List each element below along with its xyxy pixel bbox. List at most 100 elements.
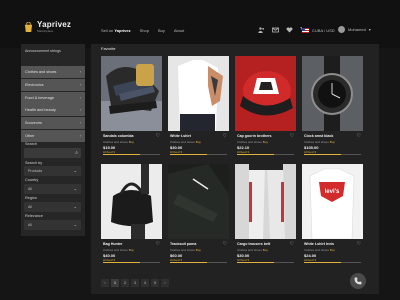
mail-icon[interactable] [272,27,279,33]
user-menu[interactable]: Mohamed ▾ [338,26,371,33]
pagination-page[interactable]: 5 [151,279,159,287]
heart-icon[interactable]: ♡ [357,241,361,247]
pagination-page[interactable]: 2 [121,279,129,287]
shopping-bag-icon [24,22,33,32]
product-image-bag[interactable] [101,164,162,239]
stock-progress [103,262,160,264]
product-card[interactable]: Clock amst black ♡ Clothes and shoes Buy… [302,56,363,160]
brand-name: Yaprivez [37,20,72,29]
nav-buy[interactable]: Buy [158,28,165,33]
sidebar-item-clothes[interactable]: Clothes and shoes › [21,66,85,78]
sidebar: Announcement strings Clothes and shoes › … [21,44,85,236]
product-image-sandals[interactable] [101,56,162,131]
search-by-select[interactable]: Products ⌄ [24,166,81,176]
product-category: Clothes and shoes Buy [170,248,201,252]
heart-icon[interactable]: ♡ [223,241,227,247]
chevron-down-icon: ⌄ [73,204,77,209]
sidebar-item-food[interactable]: Food & beverage › [21,91,85,104]
avatar [338,26,345,33]
logo[interactable]: Yaprivez Marketplace [24,21,71,33]
nav-sell-on[interactable]: Sell on Yaprivez [101,28,131,33]
chevron-down-icon: ⌄ [73,186,77,191]
pagination-page[interactable]: 1 [111,279,119,287]
product-name: White t-shirt [170,134,191,138]
relevance-select[interactable]: All ⌄ [24,220,81,230]
sidebar-item-health[interactable]: Health and beauty › [21,104,85,117]
nav-shop[interactable]: Shop [140,28,149,33]
product-card[interactable]: Sandals columbia ♡ Clothes and shoes Buy… [101,56,162,160]
product-image-tracksuit[interactable] [168,164,229,239]
country-select[interactable]: All ⌄ [24,184,81,194]
product-image-levis-tshirt[interactable]: levi's [302,164,363,239]
region-label: Region [25,196,38,200]
phone-icon [354,277,362,285]
stock-progress [170,154,227,156]
product-card[interactable]: White t-shirt ♡ Clothes and shoes Buy $3… [168,56,229,160]
chevron-right-icon: › [79,132,81,138]
locale-selector[interactable]: CUBA / USD [302,28,335,33]
phone-call-button[interactable] [350,273,366,289]
page-title: Favorite [101,46,116,51]
stock-progress [170,262,227,264]
product-category: Clothes and shoes Buy [304,140,335,144]
product-image-cargo-trousers[interactable] [235,164,296,239]
locale-text: CUBA / USD [312,28,335,33]
chevron-down-icon: ⌄ [73,222,77,227]
heart-icon[interactable]: ♡ [156,241,160,247]
page: Yaprivez Marketplace Sell on Yaprivez Sh… [0,0,400,300]
users-icon[interactable] [258,27,265,33]
sidebar-item-other[interactable]: Other › [21,129,85,142]
chevron-right-icon: › [79,81,81,87]
product-card[interactable]: levi's White t-shirt levis ♡ Clothes and… [302,164,363,268]
header-icons [258,27,308,33]
product-image-cap[interactable] [235,56,296,131]
header: Yaprivez Marketplace Sell on Yaprivez Sh… [0,0,400,48]
pagination-next[interactable]: › [161,279,169,287]
product-category: Clothes and shoes Buy [103,248,134,252]
pagination-page[interactable]: 4 [141,279,149,287]
product-name: Sandals columbia [103,134,134,138]
country-label: Country [25,178,39,182]
svg-text:levi's: levi's [325,189,340,195]
sidebar-item-electronics[interactable]: Electronics › [21,78,85,91]
heart-icon[interactable]: ♡ [290,133,294,139]
chevron-down-icon: ▾ [368,27,371,32]
heart-icon[interactable]: ♡ [290,241,294,247]
product-card[interactable]: Cargo trousers belt ♡ Clothes and shoes … [235,164,296,268]
chevron-right-icon: › [79,69,81,74]
region-select[interactable]: All ⌄ [24,202,81,212]
heart-icon[interactable]: ♡ [156,133,160,139]
product-name: Bag Hunter [103,242,123,246]
product-name: Cap goorin brothers [237,134,272,138]
stock-progress [237,262,294,264]
main-nav: Sell on Yaprivez Shop Buy About [101,28,184,33]
pagination-page[interactable]: 3 [131,279,139,287]
sidebar-top-label: Announcement strings [25,49,61,53]
search-label: Search [25,142,38,146]
heart-icon[interactable] [286,27,293,33]
chevron-right-icon: › [79,94,81,100]
sidebar-item-souvenirs[interactable]: Souvenirs › [21,117,85,130]
product-category: Clothes and shoes Buy [237,140,268,144]
product-card[interactable]: Cap goorin brothers ♡ Clothes and shoes … [235,56,296,160]
nav-about[interactable]: About [174,28,184,33]
heart-icon[interactable]: ♡ [223,133,227,139]
product-image-white-tshirt[interactable] [168,56,229,131]
product-name: Clock amst black [304,134,334,138]
product-card[interactable]: Bag Hunter ♡ Clothes and shoes Buy $40.0… [101,164,162,268]
user-name: Mohamed [348,27,366,32]
stock-progress [237,154,294,156]
search-input[interactable]: ⌕ [24,148,81,158]
search-by-label: Search by [25,161,43,165]
product-image-clock[interactable] [302,56,363,131]
pagination-prev[interactable]: ‹ [101,279,109,287]
product-card[interactable]: Tracksuit puma ♡ Clothes and shoes Buy $… [168,164,229,268]
product-category: Clothes and shoes Buy [103,140,134,144]
brand-subtitle: Marketplace [37,29,54,33]
flag-icon [302,28,309,33]
product-category: Clothes and shoes Buy [170,140,201,144]
product-name: Cargo trousers belt [237,242,271,246]
product-name: White t-shirt levis [304,242,334,246]
product-category: Clothes and shoes Buy [237,248,268,252]
heart-icon[interactable]: ♡ [357,133,361,139]
